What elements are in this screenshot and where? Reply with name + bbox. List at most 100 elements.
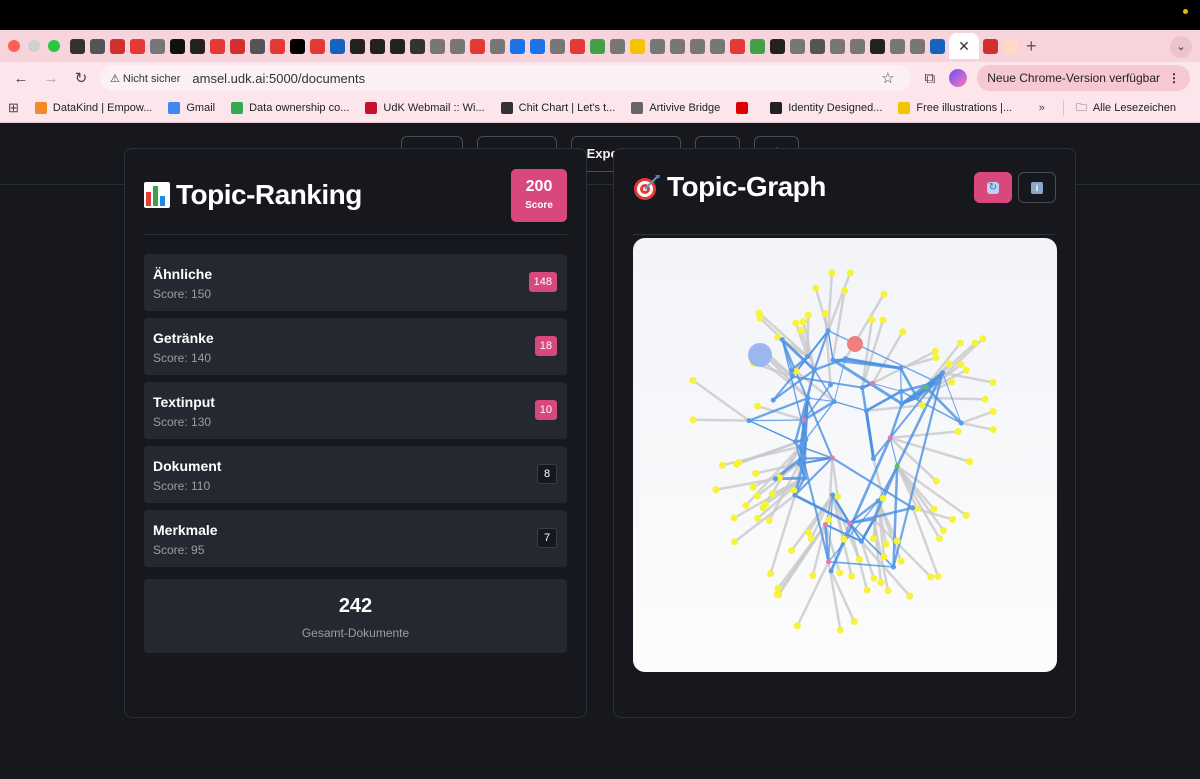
core-node[interactable]	[887, 435, 893, 441]
leaf-node[interactable]	[809, 572, 817, 580]
close-tab-icon[interactable]: ✕	[958, 38, 970, 55]
pinned-tab-favicon[interactable]	[350, 38, 365, 54]
pinned-tab-favicon[interactable]	[210, 38, 225, 54]
leaf-node[interactable]	[989, 408, 997, 416]
pinned-tab-favicon[interactable]	[650, 38, 665, 54]
leaf-node[interactable]	[730, 514, 738, 522]
core-node[interactable]	[802, 475, 808, 481]
leaf-node[interactable]	[879, 494, 887, 502]
leaf-node[interactable]	[935, 534, 943, 542]
core-node[interactable]	[792, 439, 798, 445]
leaf-node[interactable]	[765, 516, 773, 524]
topic-item[interactable]: Getränke Score: 140 18	[144, 318, 567, 375]
leaf-node[interactable]	[897, 557, 905, 565]
leaf-node[interactable]	[989, 426, 997, 434]
pinned-tab-favicon[interactable]	[70, 38, 85, 54]
leaf-node[interactable]	[754, 514, 762, 522]
leaf-node[interactable]	[989, 378, 997, 386]
pinned-tab-favicon[interactable]	[250, 38, 265, 54]
leaf-node[interactable]	[880, 290, 888, 298]
pinned-tab-favicon[interactable]	[550, 38, 565, 54]
pinned-tab-favicon[interactable]	[310, 38, 325, 54]
leaf-node[interactable]	[931, 347, 939, 355]
all-bookmarks-button[interactable]: 🗀 Alle Lesezeichen	[1076, 99, 1176, 118]
leaf-node[interactable]	[749, 483, 757, 491]
close-window-button[interactable]	[8, 40, 20, 52]
leaf-node[interactable]	[735, 459, 743, 467]
core-node[interactable]	[871, 517, 877, 523]
new-tab-button[interactable]: +	[1026, 36, 1037, 57]
core-node[interactable]	[779, 337, 785, 343]
leaf-node[interactable]	[790, 487, 798, 495]
pinned-tab-favicon[interactable]	[850, 38, 865, 54]
pinned-tab-favicon[interactable]	[670, 38, 685, 54]
leaf-node[interactable]	[870, 574, 878, 582]
core-node[interactable]	[770, 397, 776, 403]
leaf-node[interactable]	[689, 416, 697, 424]
leaf-node[interactable]	[939, 526, 947, 534]
topic-item[interactable]: Ähnliche Score: 150 148	[144, 254, 567, 311]
pinned-tab-favicon[interactable]	[430, 38, 445, 54]
leaf-node[interactable]	[774, 584, 782, 592]
chrome-update-button[interactable]: Neue Chrome-Version verfügbar ⋮	[977, 65, 1190, 91]
leaf-node[interactable]	[804, 311, 812, 319]
leaf-node[interactable]	[884, 587, 892, 595]
pinned-tab-favicon[interactable]	[90, 38, 105, 54]
pinned-tab-favicon[interactable]	[270, 38, 285, 54]
active-tab[interactable]: ✕	[949, 33, 979, 59]
core-node[interactable]	[831, 399, 837, 405]
pinned-tab-favicon[interactable]	[230, 38, 245, 54]
leaf-node[interactable]	[836, 626, 844, 634]
reload-icon[interactable]: ↻	[70, 69, 92, 87]
bookmark-item[interactable]: Data ownership co...	[231, 102, 349, 114]
leaf-node[interactable]	[799, 318, 807, 326]
pinned-tab-favicon[interactable]	[750, 38, 765, 54]
leaf-node[interactable]	[877, 579, 885, 587]
core-node[interactable]	[875, 498, 881, 504]
topic-graph-canvas[interactable]	[633, 238, 1057, 672]
zoom-window-button[interactable]	[48, 40, 60, 52]
core-node[interactable]	[746, 418, 752, 424]
core-node[interactable]	[829, 455, 835, 461]
bookmark-item[interactable]	[736, 102, 754, 114]
leaf-node[interactable]	[846, 269, 854, 277]
pinned-tab-favicon[interactable]	[450, 38, 465, 54]
core-node[interactable]	[805, 354, 811, 360]
brave-tab[interactable]	[1003, 38, 1018, 54]
pinned-tab-favicon[interactable]	[930, 38, 945, 54]
leaf-node[interactable]	[836, 569, 844, 577]
bookmark-item[interactable]: DataKind | Empow...	[34, 102, 152, 114]
leaf-node[interactable]	[754, 402, 762, 410]
core-node[interactable]	[802, 455, 808, 461]
leaf-node[interactable]	[855, 555, 863, 563]
leaf-node[interactable]	[797, 326, 805, 334]
network-graph[interactable]	[633, 238, 1057, 672]
pinned-tab-favicon[interactable]	[130, 38, 145, 54]
tab-search-chevron-icon[interactable]: ⌄	[1170, 36, 1192, 58]
hub-node[interactable]	[847, 336, 863, 352]
bookmark-star-icon[interactable]: ☆	[881, 69, 894, 87]
leaf-node[interactable]	[793, 622, 801, 630]
pinned-tab-favicon[interactable]	[530, 38, 545, 54]
leaf-node[interactable]	[966, 458, 974, 466]
leaf-node[interactable]	[930, 505, 938, 513]
leaf-node[interactable]	[893, 537, 901, 545]
pinned-tab-favicon[interactable]	[610, 38, 625, 54]
leaf-node[interactable]	[934, 572, 942, 580]
core-node[interactable]	[923, 384, 929, 390]
pinned-tab-favicon[interactable]	[890, 38, 905, 54]
pinned-tab-favicon[interactable]	[290, 38, 305, 54]
leaf-node[interactable]	[840, 287, 848, 295]
leaf-node[interactable]	[879, 316, 887, 324]
leaf-node[interactable]	[761, 500, 769, 508]
address-bar[interactable]: ⚠ Nicht sicher amsel.udk.ai:5000/documen…	[100, 65, 911, 91]
leaf-node[interactable]	[949, 515, 957, 523]
leaf-node[interactable]	[828, 269, 836, 277]
refresh-button[interactable]: ↻	[974, 172, 1012, 203]
leaf-node[interactable]	[689, 376, 697, 384]
leaf-node[interactable]	[834, 493, 842, 501]
core-node[interactable]	[934, 379, 940, 385]
leaf-node[interactable]	[788, 547, 796, 555]
pinned-tab-favicon[interactable]	[870, 38, 885, 54]
core-node[interactable]	[797, 444, 803, 450]
